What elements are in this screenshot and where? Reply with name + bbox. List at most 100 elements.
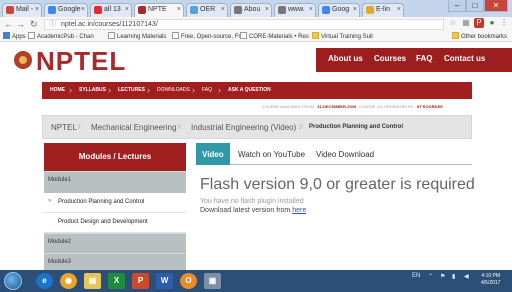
network-icon[interactable]: ▮ bbox=[452, 273, 455, 280]
forward-arrow-icon[interactable]: → bbox=[16, 18, 25, 30]
flag-icon[interactable]: ⚑ bbox=[440, 273, 445, 280]
course-nav-faq[interactable]: FAQ bbox=[202, 87, 212, 93]
tab-favicon-icon bbox=[322, 6, 330, 14]
tab-favicon-icon bbox=[94, 6, 102, 14]
nav-about-us[interactable]: About us bbox=[328, 54, 363, 63]
tab-video[interactable]: Video bbox=[196, 143, 230, 165]
back-arrow-icon[interactable]: ← bbox=[4, 18, 13, 30]
bookmark-item[interactable]: Learning Materials bbox=[108, 32, 166, 42]
course-nav-downloads[interactable]: DOWNLOADS bbox=[157, 87, 190, 93]
powerpoint-icon[interactable]: P bbox=[132, 273, 149, 289]
module-item[interactable]: Module1 bbox=[44, 171, 186, 193]
video-tabs: Video Watch on YouTube Video Download bbox=[196, 143, 472, 165]
volume-icon[interactable]: ◀ bbox=[464, 273, 469, 280]
close-icon[interactable]: × bbox=[35, 4, 39, 16]
excel-icon[interactable]: X bbox=[108, 273, 125, 289]
app-icon[interactable]: ▣ bbox=[204, 273, 221, 289]
chrome-icon[interactable]: ◉ bbox=[60, 273, 77, 289]
browser-tab[interactable]: Google × bbox=[44, 3, 88, 17]
menu-icon[interactable]: ⋮ bbox=[499, 18, 509, 28]
url-input[interactable]: ⓘ nptel.ac.in/courses/112107143/ bbox=[44, 19, 444, 30]
course-nav-syllabus[interactable]: SYLLABUS bbox=[79, 87, 106, 93]
extension-icon[interactable]: P bbox=[474, 18, 484, 28]
start-button[interactable] bbox=[4, 272, 22, 290]
breadcrumb-industrial[interactable]: Industrial Engineering (Video) bbox=[191, 123, 296, 132]
course-nav-home[interactable]: HOME bbox=[50, 87, 65, 93]
nptel-logo-icon[interactable] bbox=[14, 51, 32, 69]
nav-courses[interactable]: Courses bbox=[374, 54, 406, 63]
bookmark-item[interactable]: AcademicPub - Chan bbox=[28, 32, 94, 42]
browser-tab[interactable]: OER × bbox=[186, 3, 228, 17]
close-icon[interactable]: × bbox=[353, 4, 357, 16]
browser-tab-active[interactable]: NPTE × bbox=[134, 3, 184, 17]
module-item[interactable]: Module3 bbox=[44, 253, 186, 270]
extension-icon[interactable]: ● bbox=[487, 18, 497, 28]
minimize-button[interactable]: – bbox=[448, 0, 466, 12]
tab-favicon-icon bbox=[48, 6, 56, 14]
browser-tab[interactable]: www. × bbox=[274, 3, 316, 17]
bookmark-item[interactable]: Virtual Training Suit bbox=[312, 32, 373, 42]
flash-required-message: Flash version 9,0 or greater is required bbox=[200, 176, 475, 193]
reload-icon[interactable]: ↻ bbox=[30, 18, 38, 30]
browser-tab[interactable]: E-lin × bbox=[362, 3, 404, 17]
bookmark-item[interactable]: Free, Open-source, Fr bbox=[172, 32, 240, 42]
maximize-button[interactable]: □ bbox=[466, 0, 484, 12]
taskbar: e ◉ ▤ X P W O ▣ EN ⌃ ⚑ ▮ ◀ bbox=[0, 270, 512, 292]
browser-tab[interactable]: Abou × bbox=[230, 3, 272, 17]
close-icon[interactable]: × bbox=[221, 4, 225, 16]
system-clock[interactable]: 4:10 PM 4/5/2017 bbox=[481, 273, 500, 287]
close-window-button[interactable]: ✕ bbox=[484, 0, 508, 12]
ie-icon[interactable]: e bbox=[36, 273, 53, 289]
nav-faq[interactable]: FAQ bbox=[416, 54, 432, 63]
nav-contact-us[interactable]: Contact us bbox=[444, 54, 485, 63]
bookmark-apps[interactable]: Apps bbox=[3, 32, 26, 42]
browser-tab[interactable]: Mail - × bbox=[2, 3, 42, 17]
close-icon[interactable]: × bbox=[309, 4, 313, 16]
breadcrumb-current: Production Planning and Control bbox=[309, 124, 403, 130]
chevron-right-icon: › bbox=[192, 85, 195, 95]
course-availability: COURSE AVAILABLE FROM : 31-DECEMBER-2009… bbox=[262, 104, 443, 109]
tab-favicon-icon bbox=[278, 6, 286, 14]
course-nav-ask-question[interactable]: ASK A QUESTION bbox=[228, 87, 271, 93]
site-logo[interactable]: NPTEL bbox=[36, 46, 126, 77]
show-hidden-icons-icon[interactable]: ⌃ bbox=[428, 273, 433, 280]
flash-missing-text: You have no flash plugin installed bbox=[200, 198, 304, 205]
chevron-right-icon: › bbox=[77, 119, 81, 133]
tab-favicon-icon bbox=[366, 6, 374, 14]
chevron-right-icon: › bbox=[69, 85, 72, 95]
flash-download-link[interactable]: here bbox=[292, 207, 306, 214]
browser-tab[interactable]: Goog × bbox=[318, 3, 360, 17]
file-explorer-icon[interactable]: ▤ bbox=[84, 273, 101, 289]
close-icon[interactable]: × bbox=[265, 4, 269, 16]
extension-icon[interactable]: ▦ bbox=[461, 18, 471, 28]
chevron-right-icon: › bbox=[147, 85, 150, 95]
star-icon[interactable]: ☆ bbox=[448, 18, 458, 28]
lesson-item[interactable]: » Production Planning and Control bbox=[44, 193, 186, 213]
course-nav-lectures[interactable]: LECTURES bbox=[118, 87, 145, 93]
page-info-icon[interactable]: ⓘ bbox=[49, 20, 56, 29]
tab-watch-on-youtube[interactable]: Watch on YouTube bbox=[238, 150, 305, 159]
bookmark-item[interactable]: CORE-Materials • Res bbox=[240, 32, 309, 42]
tab-video-download[interactable]: Video Download bbox=[316, 150, 374, 159]
lesson-item[interactable]: Product Design and Development bbox=[44, 213, 186, 233]
close-icon[interactable]: × bbox=[125, 4, 129, 16]
language-indicator[interactable]: EN bbox=[412, 273, 420, 279]
address-bar-row: ← → ↻ ⓘ nptel.ac.in/courses/112107143/ ☆… bbox=[0, 17, 512, 31]
modules-header: Modules / Lectures bbox=[44, 143, 186, 171]
breadcrumb-mechanical[interactable]: Mechanical Engineering bbox=[91, 123, 176, 132]
screen: Mail - × Google × all 13 × NPTE × OER × Abou ×… bbox=[0, 0, 512, 292]
breadcrumb: NPTEL › Mechanical Engineering › Industr… bbox=[42, 115, 472, 139]
browser-tab[interactable]: all 13 × bbox=[90, 3, 132, 17]
other-bookmarks[interactable]: Other bookmarks bbox=[452, 32, 507, 42]
word-icon[interactable]: W bbox=[156, 273, 173, 289]
close-icon[interactable]: × bbox=[397, 4, 401, 16]
module-item[interactable]: Module2 bbox=[44, 233, 186, 253]
media-player-icon[interactable]: O bbox=[180, 273, 197, 289]
chevron-right-icon: › bbox=[177, 119, 181, 133]
close-icon[interactable]: × bbox=[81, 4, 85, 16]
folder-icon bbox=[312, 32, 319, 39]
breadcrumb-nptel[interactable]: NPTEL bbox=[51, 123, 77, 132]
chevron-right-icon: › bbox=[218, 85, 221, 95]
bookmarks-bar: Apps AcademicPub - Chan Learning Materia… bbox=[0, 31, 512, 42]
close-icon[interactable]: × bbox=[177, 4, 181, 16]
